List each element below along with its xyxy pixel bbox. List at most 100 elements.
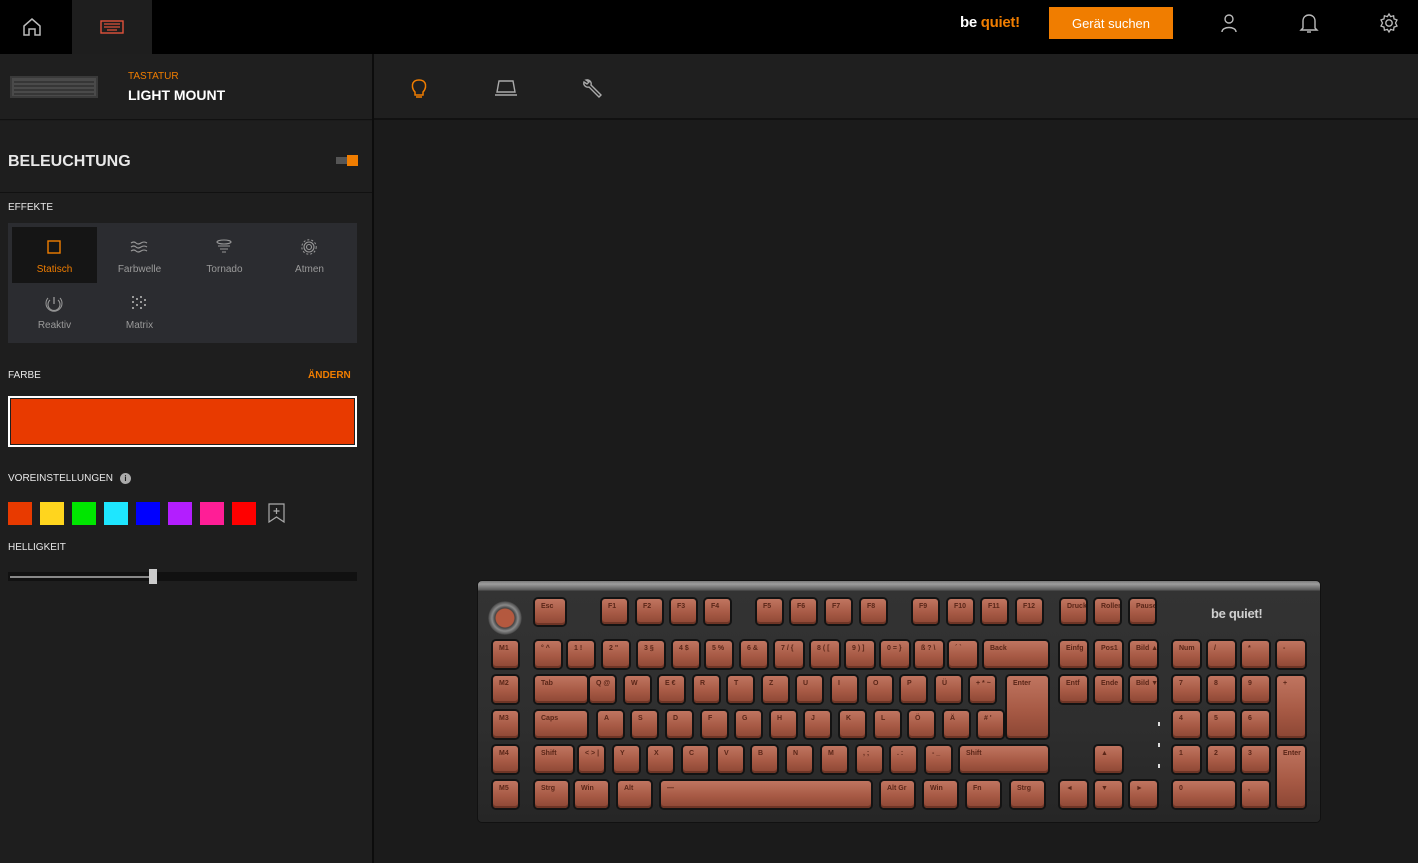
key[interactable]: ▲ [1095,746,1122,773]
key[interactable]: < > | [579,746,604,773]
key[interactable]: 9 [1242,676,1269,703]
key[interactable]: — [661,781,871,808]
key[interactable]: 8 [1208,676,1235,703]
key[interactable]: F6 [791,599,816,624]
key[interactable]: Ä [944,711,969,738]
key[interactable]: 6 & [741,641,767,668]
key[interactable]: F4 [705,599,730,624]
key[interactable]: M5 [493,781,518,808]
key[interactable]: X [648,746,673,773]
find-device-button[interactable]: Gerät suchen [1049,7,1173,39]
add-preset-icon[interactable] [268,503,285,523]
key[interactable]: , [1242,781,1269,808]
key[interactable]: Alt [618,781,651,808]
preset-swatch[interactable] [72,502,96,525]
key[interactable]: Strg [1011,781,1044,808]
key[interactable]: A [598,711,623,738]
key[interactable]: Ö [909,711,934,738]
slider-thumb[interactable] [149,569,157,584]
key[interactable]: M4 [493,746,518,773]
preset-swatch[interactable] [200,502,224,525]
current-color-swatch[interactable] [8,396,357,447]
key[interactable]: N [787,746,812,773]
key[interactable]: Num [1173,641,1200,668]
key[interactable]: 7 / { [775,641,803,668]
key[interactable]: B [752,746,777,773]
key[interactable]: , ; [857,746,882,773]
key[interactable]: F3 [671,599,696,624]
key[interactable]: Fn [967,781,1000,808]
tab-lighting[interactable] [406,75,432,101]
key[interactable]: M2 [493,676,518,703]
key[interactable]: 5 % [706,641,732,668]
key[interactable]: 0 [1173,781,1235,808]
preset-swatch[interactable] [40,502,64,525]
key[interactable]: F9 [913,599,938,624]
key[interactable]: Entf [1060,676,1087,703]
key[interactable]: I [832,676,857,703]
key[interactable]: M3 [493,711,518,738]
key[interactable]: 3 [1242,746,1269,773]
key[interactable]: ▼ [1095,781,1122,808]
home-button[interactable] [0,0,64,54]
key[interactable]: Tab [535,676,587,703]
key[interactable]: Esc [535,599,565,625]
key[interactable]: 4 [1173,711,1200,738]
key[interactable]: 5 [1208,711,1235,738]
change-color-button[interactable]: ÄNDERN [308,370,351,381]
key[interactable]: + * ~ [970,676,995,703]
settings-button[interactable] [1378,12,1400,34]
preset-swatch[interactable] [104,502,128,525]
key[interactable]: ° ^ [535,641,561,668]
key[interactable]: Strg [535,781,568,808]
key[interactable]: F12 [1017,599,1042,624]
key[interactable]: 1 [1173,746,1200,773]
key[interactable]: M [822,746,847,773]
key[interactable]: Pause [1130,599,1155,624]
effect-breathing[interactable]: Atmen [267,227,352,283]
key[interactable]: Druck [1061,599,1086,624]
key[interactable]: Einfg [1060,641,1087,668]
key[interactable]: F1 [602,599,627,624]
key[interactable]: F10 [948,599,973,624]
key[interactable]: F2 [637,599,662,624]
key[interactable]: Ende [1095,676,1122,703]
key[interactable]: F7 [826,599,851,624]
key[interactable]: C [683,746,708,773]
tab-settings[interactable] [580,75,606,101]
key[interactable]: 2 [1208,746,1235,773]
key[interactable]: K [840,711,865,738]
key[interactable]: J [805,711,830,738]
effect-static[interactable]: Statisch [12,227,97,283]
lighting-toggle[interactable] [336,155,358,166]
effect-reactive[interactable]: Reaktiv [12,283,97,339]
key[interactable]: Pos1 [1095,641,1122,668]
key[interactable]: Enter [1277,746,1305,808]
key[interactable]: ► [1130,781,1157,808]
key[interactable]: F [702,711,727,738]
key[interactable]: 6 [1242,711,1269,738]
key[interactable]: Y [614,746,639,773]
key[interactable]: P [901,676,926,703]
key[interactable]: D [667,711,692,738]
key[interactable]: 0 = } [881,641,909,668]
key[interactable]: F11 [982,599,1007,624]
key[interactable]: F5 [757,599,782,624]
key[interactable]: Shift [960,746,1048,773]
key[interactable]: Enter [1007,676,1048,738]
preset-swatch[interactable] [168,502,192,525]
tab-performance[interactable] [493,75,519,101]
key[interactable]: Bild ▲ [1130,641,1157,668]
profile-button[interactable] [1218,12,1240,34]
key[interactable]: R [694,676,719,703]
preset-swatch[interactable] [8,502,32,525]
key[interactable]: 8 ( [ [811,641,839,668]
key[interactable]: T [728,676,753,703]
key[interactable]: 9 ) ] [846,641,874,668]
key[interactable]: # ' [978,711,1003,738]
key[interactable]: S [632,711,657,738]
effect-matrix[interactable]: Matrix [97,283,182,339]
key[interactable]: ´ ` [949,641,977,668]
key[interactable]: M1 [493,641,518,668]
key[interactable]: * [1242,641,1269,668]
